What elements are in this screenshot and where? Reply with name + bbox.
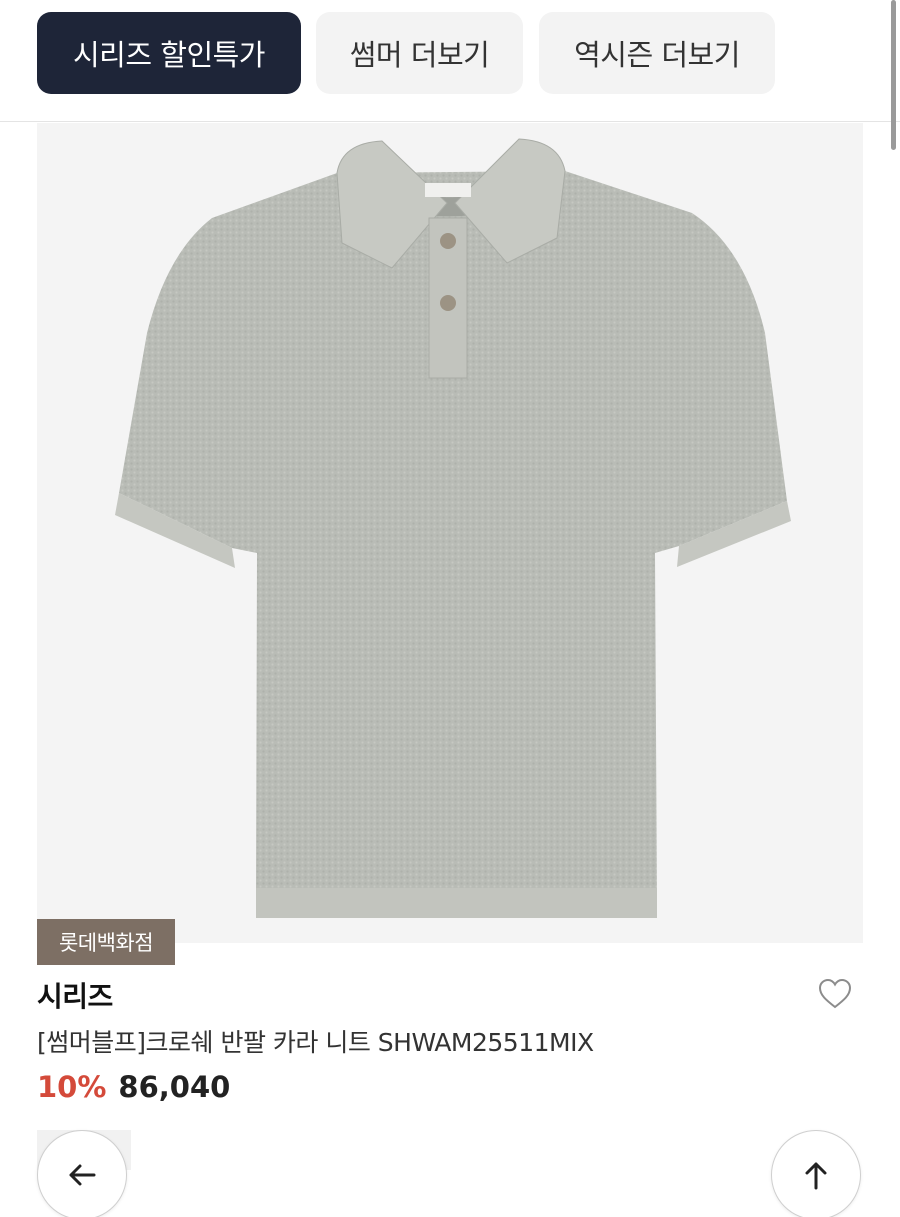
wishlist-heart-icon[interactable] [818, 978, 852, 1010]
price-row: 10% 86,040 [37, 1070, 230, 1104]
scrollbar[interactable] [891, 0, 896, 150]
tab-summer-more[interactable]: 썸머 더보기 [316, 12, 523, 94]
product-image[interactable] [37, 123, 863, 943]
category-tab-bar: 시리즈 할인특가 썸머 더보기 역시즌 더보기 [0, 0, 900, 122]
tab-label: 썸머 더보기 [349, 38, 490, 72]
arrow-left-icon [69, 1164, 96, 1186]
scroll-top-button[interactable] [771, 1130, 861, 1217]
tab-off-season-more[interactable]: 역시즌 더보기 [539, 12, 775, 94]
arrow-up-icon [805, 1162, 827, 1190]
product-brand[interactable]: 시리즈 [37, 975, 113, 1015]
discount-rate: 10% [37, 1070, 107, 1104]
store-badge: 롯데백화점 [37, 919, 175, 965]
tab-series-discount[interactable]: 시리즈 할인특가 [37, 12, 301, 94]
store-badge-label: 롯데백화점 [58, 931, 154, 955]
product-title[interactable]: [썸머블프]크로쉐 반팔 카라 니트 SHWAM25511MIX [37, 1023, 594, 1059]
tab-label: 역시즌 더보기 [574, 38, 740, 72]
sale-price: 86,040 [118, 1070, 231, 1104]
polo-shirt-image [115, 138, 791, 918]
tab-label: 시리즈 할인특가 [73, 38, 265, 72]
back-button[interactable] [37, 1130, 127, 1217]
